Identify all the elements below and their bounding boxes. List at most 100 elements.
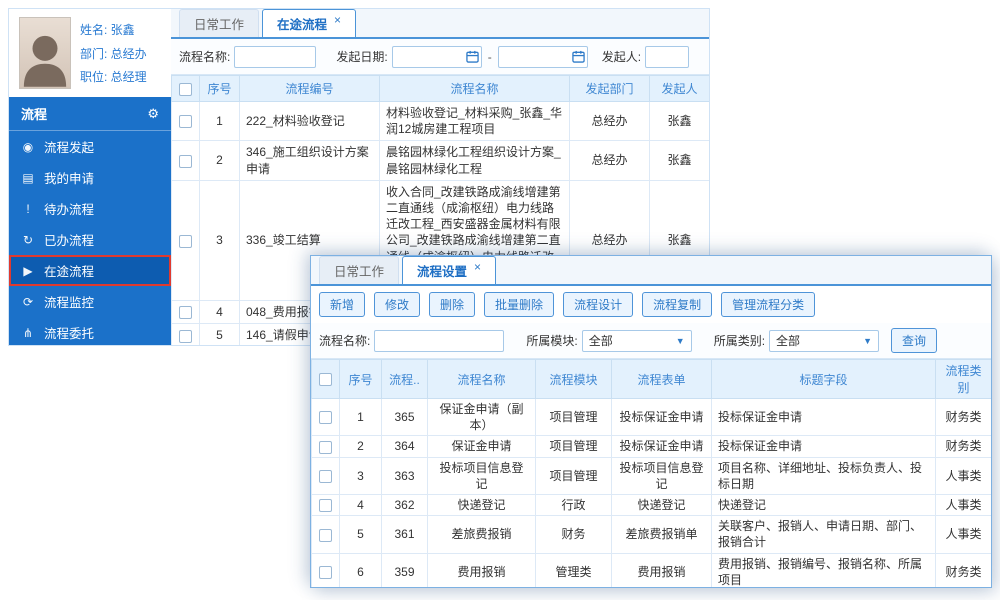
row-checkbox[interactable] xyxy=(319,470,332,483)
process-name-label: 流程名称: xyxy=(179,48,230,65)
checkbox-cell xyxy=(312,399,340,436)
table-row[interactable]: 1 365 保证金申请（副本） 项目管理 投标保证金申请 投标保证金申请 财务类 xyxy=(312,399,992,436)
table-row[interactable]: 2 346_施工组织设计方案申请 晨铭园林绿化工程组织设计方案_晨铭园林绿化工程… xyxy=(172,141,710,180)
row-checkbox[interactable] xyxy=(179,155,192,168)
table-row[interactable]: 5 361 差旅费报销 财务 差旅费报销单 关联客户、报销人、申请日期、部门、报… xyxy=(312,516,992,553)
checkbox-cell xyxy=(312,457,340,494)
add-button[interactable]: 新增 xyxy=(319,292,365,317)
cell-code: 364 xyxy=(382,436,428,457)
process-table: 序号 流程.. 流程名称 流程模块 流程表单 标题字段 流程类别 1 365 保… xyxy=(311,359,991,587)
tab-daily-work[interactable]: 日常工作 xyxy=(179,9,259,37)
header-name: 流程名称 xyxy=(380,76,570,102)
row-checkbox[interactable] xyxy=(319,411,332,424)
chevron-down-icon: ▼ xyxy=(676,336,685,346)
sidebar-item-label: 待办流程 xyxy=(44,199,94,218)
sidebar-header: 流程 ⚙ xyxy=(9,97,171,131)
cell-dept: 总经办 xyxy=(570,141,650,180)
checkbox-cell xyxy=(312,436,340,457)
batch-delete-button[interactable]: 批量删除 xyxy=(484,292,554,317)
cell-module: 项目管理 xyxy=(536,436,612,457)
tab-in-transit[interactable]: 在途流程 × xyxy=(262,9,356,37)
table-row[interactable]: 4 362 快递登记 行政 快递登记 快递登记 人事类 xyxy=(312,494,992,515)
date-separator: - xyxy=(488,50,492,64)
modify-button[interactable]: 修改 xyxy=(374,292,420,317)
cell-title-fields: 关联客户、报销人、申请日期、部门、报销合计 xyxy=(712,516,936,553)
checkbox-cell xyxy=(172,102,200,141)
sidebar-item[interactable]: ▶ 在途流程 xyxy=(9,255,171,286)
profile-photo xyxy=(19,17,71,89)
table-row[interactable]: 2 364 保证金申请 项目管理 投标保证金申请 投标保证金申请 财务类 xyxy=(312,436,992,457)
select-all-cell xyxy=(172,76,200,102)
header-form: 流程表单 xyxy=(612,360,712,399)
sidebar-item-icon: ⋔ xyxy=(21,326,35,340)
cell-form: 费用报销 xyxy=(612,553,712,587)
module-select[interactable]: 全部 ▼ xyxy=(582,330,692,352)
cell-no: 5 xyxy=(340,516,382,553)
cell-no: 1 xyxy=(200,102,240,141)
row-checkbox[interactable] xyxy=(319,441,332,454)
sidebar-menu: ◉ 流程发起 ▤ 我的申请 ! 待办流程 ↻ 已办流程 ▶ 在途流程 ⟳ 流程监… xyxy=(9,131,171,346)
cell-code: 222_材料验收登记 xyxy=(240,102,380,141)
header-initiator: 发起人 xyxy=(650,76,710,102)
cell-form: 差旅费报销单 xyxy=(612,516,712,553)
row-checkbox[interactable] xyxy=(319,566,332,579)
cell-category: 人事类 xyxy=(936,457,992,494)
row-checkbox[interactable] xyxy=(179,330,192,343)
header-category: 流程类别 xyxy=(936,360,992,399)
sidebar-item[interactable]: ⋔ 流程委托 xyxy=(9,317,171,346)
gear-icon[interactable]: ⚙ xyxy=(147,106,159,122)
profile-info: 姓名: 张鑫 部门: 总经办 职位: 总经理 xyxy=(80,17,147,89)
row-checkbox[interactable] xyxy=(319,499,332,512)
sidebar-item[interactable]: ◉ 流程发起 xyxy=(9,131,171,162)
process-name-input[interactable] xyxy=(234,46,316,68)
profile-name: 姓名: 张鑫 xyxy=(80,21,147,38)
cell-category: 财务类 xyxy=(936,399,992,436)
delete-button[interactable]: 删除 xyxy=(429,292,475,317)
sidebar-item[interactable]: ! 待办流程 xyxy=(9,193,171,224)
checkbox-cell xyxy=(312,516,340,553)
table-row[interactable]: 1 222_材料验收登记 材料验收登记_材料采购_张鑫_华润12城房建工程项目 … xyxy=(172,102,710,141)
checkbox-cell xyxy=(312,494,340,515)
cell-form: 快递登记 xyxy=(612,494,712,515)
row-checkbox[interactable] xyxy=(179,115,192,128)
header-code: 流程编号 xyxy=(240,76,380,102)
search-button[interactable]: 查询 xyxy=(891,328,937,353)
sidebar-item[interactable]: ⟳ 流程监控 xyxy=(9,286,171,317)
cell-category: 财务类 xyxy=(936,436,992,457)
table-row[interactable]: 6 359 费用报销 管理类 费用报销 费用报销、报销编号、报销名称、所属项目 … xyxy=(312,553,992,587)
manage-category-button[interactable]: 管理流程分类 xyxy=(721,292,815,317)
row-checkbox[interactable] xyxy=(319,529,332,542)
calendar-icon[interactable] xyxy=(572,50,585,63)
checkbox-cell xyxy=(312,553,340,587)
sidebar-item-icon: ◉ xyxy=(21,140,35,154)
tab-process-settings[interactable]: 流程设置 × xyxy=(402,256,496,284)
module-label: 所属模块: xyxy=(526,332,577,349)
close-icon[interactable]: × xyxy=(474,261,481,273)
row-checkbox[interactable] xyxy=(179,235,192,248)
process-copy-button[interactable]: 流程复制 xyxy=(642,292,712,317)
cell-name: 差旅费报销 xyxy=(428,516,536,553)
cell-code: 346_施工组织设计方案申请 xyxy=(240,141,380,180)
header-module: 流程模块 xyxy=(536,360,612,399)
select-all-checkbox[interactable] xyxy=(319,373,332,386)
cell-title-fields: 项目名称、详细地址、投标负责人、投标日期 xyxy=(712,457,936,494)
process-design-button[interactable]: 流程设计 xyxy=(563,292,633,317)
sidebar-item[interactable]: ↻ 已办流程 xyxy=(9,224,171,255)
sidebar-item-label: 流程发起 xyxy=(44,137,94,156)
cell-no: 4 xyxy=(340,494,382,515)
initiator-input[interactable] xyxy=(645,46,689,68)
tab-daily-work[interactable]: 日常工作 xyxy=(319,256,399,284)
process-name-input[interactable] xyxy=(374,330,504,352)
row-checkbox[interactable] xyxy=(179,306,192,319)
sidebar-item[interactable]: ▤ 我的申请 xyxy=(9,162,171,193)
category-select-value: 全部 xyxy=(776,332,800,349)
calendar-icon[interactable] xyxy=(466,50,479,63)
cell-title-fields: 快递登记 xyxy=(712,494,936,515)
sidebar-title: 流程 xyxy=(21,104,47,123)
select-all-checkbox[interactable] xyxy=(179,83,192,96)
process-settings-window: 日常工作 流程设置 × 新增 修改 删除 批量删除 流程设计 流程复制 管理流程… xyxy=(310,255,992,588)
category-select[interactable]: 全部 ▼ xyxy=(769,330,879,352)
cell-module: 项目管理 xyxy=(536,457,612,494)
close-icon[interactable]: × xyxy=(334,14,341,26)
table-row[interactable]: 3 363 投标项目信息登记 项目管理 投标项目信息登记 项目名称、详细地址、投… xyxy=(312,457,992,494)
